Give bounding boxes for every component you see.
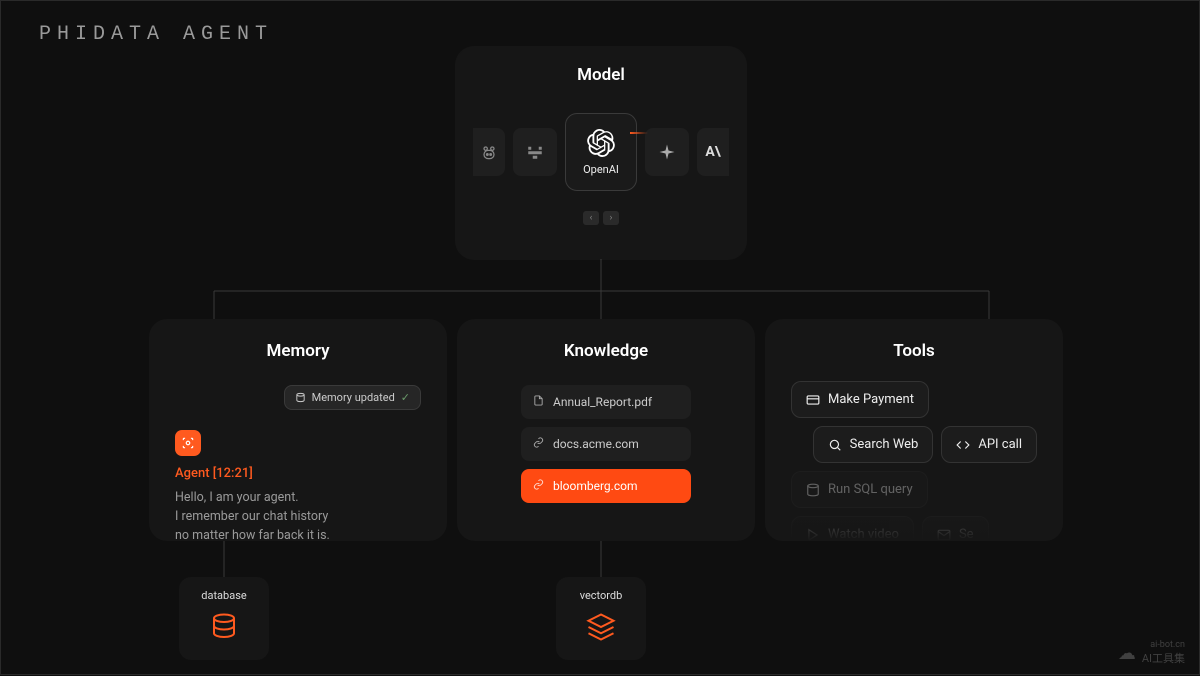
- tool-search-web[interactable]: Search Web: [813, 426, 934, 463]
- file-icon: [533, 395, 545, 409]
- knowledge-title: Knowledge: [483, 341, 729, 361]
- openai-icon: [587, 129, 615, 157]
- storage-icon: [295, 392, 306, 403]
- check-icon: ✓: [401, 391, 410, 404]
- database-icon: [806, 483, 820, 497]
- agent-message: Hello, I am your agent. I remember our c…: [175, 489, 421, 541]
- model-option-ollama[interactable]: [473, 128, 505, 176]
- model-option-gemini[interactable]: [645, 128, 689, 176]
- knowledge-panel: Knowledge Annual_Report.pdf docs.acme.co…: [457, 319, 755, 541]
- memory-updated-badge: Memory updated ✓: [284, 385, 421, 410]
- tool-make-payment[interactable]: Make Payment: [791, 381, 929, 418]
- database-box: database: [179, 577, 269, 660]
- page-title: PHIDATA AGENT: [39, 23, 273, 46]
- memory-badge-text: Memory updated: [312, 391, 395, 404]
- model-card-title: Model: [468, 65, 734, 85]
- watermark: ☁ ai-bot.cn AI工具集: [1118, 640, 1185, 666]
- model-option-mistral[interactable]: [513, 128, 557, 176]
- model-row: OpenAI A\: [468, 113, 734, 191]
- link-icon: [533, 437, 545, 451]
- pager-next[interactable]: ›: [603, 211, 619, 225]
- vectordb-box: vectordb: [556, 577, 646, 660]
- model-card: Model OpenAI A\ ‹ ›: [456, 47, 746, 259]
- model-option-anthropic[interactable]: A\: [697, 128, 729, 176]
- cloud-icon: ☁: [1118, 643, 1136, 664]
- search-icon: [828, 438, 842, 452]
- credit-card-icon: [806, 393, 820, 407]
- model-option-openai-selected[interactable]: OpenAI: [565, 113, 637, 191]
- sparkle-icon: [658, 143, 676, 161]
- ollama-icon: [479, 142, 499, 162]
- knowledge-item-link-active[interactable]: bloomberg.com: [521, 469, 691, 503]
- database-label: database: [189, 589, 259, 602]
- code-icon: [956, 438, 970, 452]
- database-icon: [189, 612, 259, 646]
- tools-fade-overlay: [765, 511, 1063, 541]
- tool-run-sql[interactable]: Run SQL query: [791, 471, 928, 508]
- tool-api-call[interactable]: API call: [941, 426, 1037, 463]
- pager-prev[interactable]: ‹: [583, 211, 599, 225]
- knowledge-item-link-1[interactable]: docs.acme.com: [521, 427, 691, 461]
- tools-panel: Tools Make Payment Search Web API call R…: [765, 319, 1063, 541]
- memory-panel: Memory Memory updated ✓ Agent [12:21] He…: [149, 319, 447, 541]
- model-selected-label: OpenAI: [583, 163, 619, 176]
- agent-avatar-icon: [175, 430, 201, 456]
- agent-label: Agent [12:21]: [175, 466, 421, 481]
- memory-title: Memory: [175, 341, 421, 361]
- model-pager: ‹ ›: [468, 211, 734, 225]
- mistral-icon: [526, 143, 544, 161]
- knowledge-item-file[interactable]: Annual_Report.pdf: [521, 385, 691, 419]
- vectordb-label: vectordb: [566, 589, 636, 602]
- layers-icon: [566, 612, 636, 646]
- link-icon: [533, 479, 545, 493]
- tools-title: Tools: [791, 341, 1037, 361]
